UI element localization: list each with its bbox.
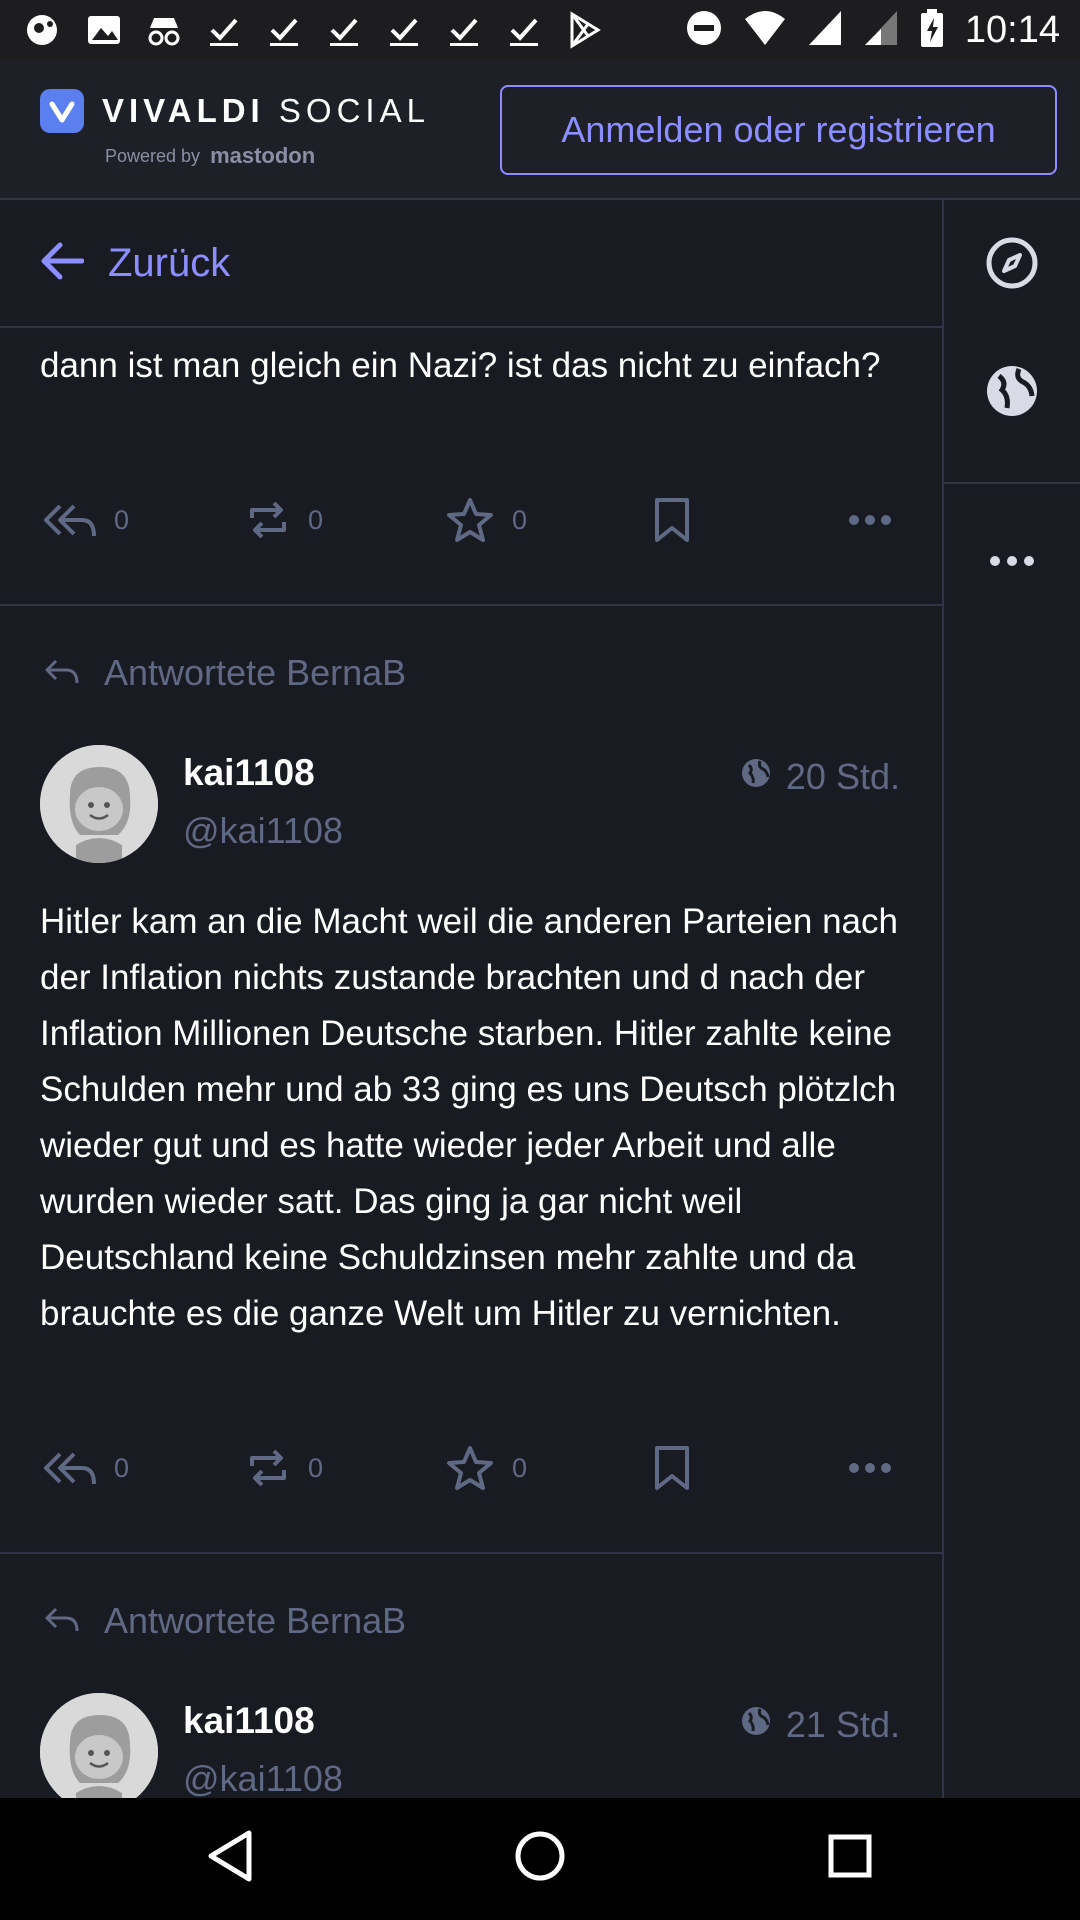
back-label: Zurück [108,240,231,285]
avatar[interactable] [40,745,158,863]
back-button[interactable]: Zurück [0,200,942,328]
arrow-left-icon [40,241,85,286]
home-nav-button[interactable] [510,1828,570,1888]
user-handle[interactable]: @kai1108 [183,1758,343,1798]
boost-count: 0 [308,504,324,535]
download-done-icon [204,10,244,50]
powered-by-label: Powered by [105,145,201,166]
favourite-button[interactable]: 0 [446,497,527,543]
bookmark-button[interactable] [654,497,690,543]
brand-text: VIVALDI SOCIAL [102,92,430,130]
wifi-icon [743,9,787,52]
reply-all-button[interactable]: 0 [44,500,129,540]
play-store-icon [564,10,604,50]
reply-count: 0 [114,504,130,535]
system-status: 10:14 [685,8,1060,53]
reply-indicator: Antwortete BernaB [44,652,406,694]
post-content: Hitler kam an die Macht weil die anderen… [40,902,898,1333]
post-content: dann ist man gleich ein Nazi? ist das ni… [40,346,881,385]
post-timestamp[interactable]: 21 Std. [740,1704,900,1746]
app-header: VIVALDI SOCIAL Powered by mastodon Anmel… [0,61,1080,200]
more-options-button[interactable] [848,514,892,526]
image-icon [84,10,124,50]
explore-button[interactable] [944,230,1080,300]
display-name[interactable]: kai1108 [183,752,315,794]
vivaldi-social-logo[interactable]: VIVALDI SOCIAL [40,89,430,133]
vivaldi-logo-icon [40,89,84,133]
compass-icon [985,236,1039,295]
side-divider [944,482,1080,484]
status-bar: 10:14 [0,0,1080,61]
powered-by: Powered by mastodon [105,143,315,169]
post-timestamp[interactable]: 20 Std. [740,756,900,798]
avatar[interactable] [40,1693,158,1798]
replied-to-label: Antwortete BernaB [104,652,407,693]
download-done-icon [324,10,364,50]
boost-count: 0 [308,1452,324,1483]
time-label: 20 Std. [785,756,900,797]
reply-icon [44,1600,80,1642]
back-nav-button[interactable] [200,1828,260,1888]
app-notification-icon [24,10,64,50]
favourite-count: 0 [512,1452,528,1483]
download-done-icon [264,10,304,50]
favourite-count: 0 [512,504,528,535]
boost-button[interactable]: 0 [246,1446,323,1490]
divider [0,1552,942,1554]
side-navigation [942,200,1080,1798]
divider [0,604,942,606]
ellipsis-icon [989,554,1035,572]
notification-icons [24,10,604,50]
download-done-icon [444,10,484,50]
globe-icon [985,364,1039,423]
federated-timeline-button[interactable] [944,358,1080,428]
main-column: Zurück dann ist man gleich ein Nazi? ist… [0,200,942,1798]
reply-indicator: Antwortete BernaB [44,1600,406,1642]
reply-icon [44,652,80,694]
download-done-icon [504,10,544,50]
post-actions: 0 0 0 [40,1438,900,1498]
reply-count: 0 [114,1452,130,1483]
download-done-icon [384,10,424,50]
post-actions: 0 0 0 [40,490,900,550]
do-not-disturb-icon [685,9,723,52]
signal-icon [807,9,843,52]
mastodon-logo: mastodon [210,143,316,168]
globe-icon [740,756,772,798]
more-menu-button[interactable] [944,538,1080,588]
globe-icon [740,1704,772,1746]
brand-name: VIVALDI [102,92,265,129]
signal-2-icon [863,9,899,52]
more-options-button[interactable] [848,1462,892,1474]
favourite-button[interactable]: 0 [446,1445,527,1491]
signin-register-button[interactable]: Anmelden oder registrieren [500,85,1057,175]
clock: 10:14 [964,9,1060,51]
time-label: 21 Std. [785,1704,900,1745]
battery-charging-icon [919,8,945,53]
circle-home-icon [513,1829,567,1888]
recents-nav-button[interactable] [820,1828,880,1888]
user-handle[interactable]: @kai1108 [183,810,343,852]
brand-suffix: SOCIAL [278,92,430,129]
bookmark-button[interactable] [654,1445,690,1491]
square-recents-icon [826,1832,874,1885]
incognito-icon [144,10,184,50]
triangle-back-icon [205,1829,255,1888]
system-navigation-bar [0,1798,1080,1920]
boost-button[interactable]: 0 [246,498,323,542]
reply-all-button[interactable]: 0 [44,1448,129,1488]
replied-to-label: Antwortete BernaB [104,1600,407,1641]
display-name[interactable]: kai1108 [183,1700,315,1742]
